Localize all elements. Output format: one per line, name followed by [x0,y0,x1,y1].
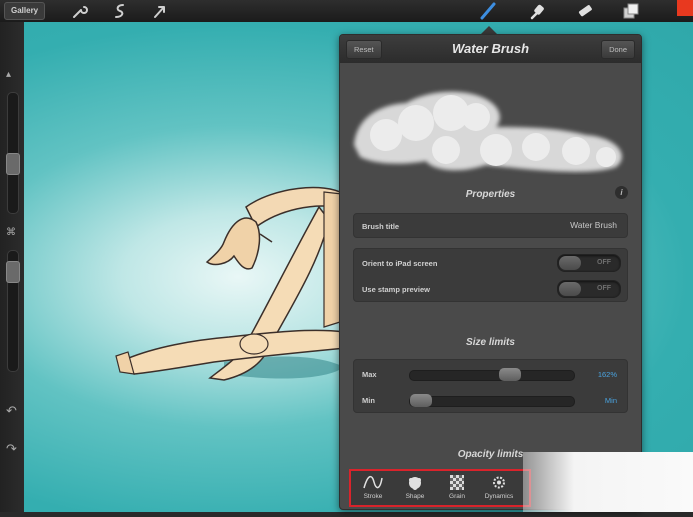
size-limits-group: Max 162% Min Min [353,359,628,413]
brush-icon[interactable] [479,2,497,20]
brush-size-knob[interactable] [6,153,20,175]
tab-stroke[interactable]: Stroke [353,471,393,505]
stamp-toggle-knob [559,282,581,296]
smudge-icon[interactable] [528,2,546,20]
dynamics-gear-icon [493,476,505,489]
eraser-icon[interactable] [576,2,594,20]
orient-label: Orient to iPad screen [362,259,438,268]
brush-size-slider[interactable] [6,92,20,214]
tab-dynamics-label: Dynamics [484,493,514,500]
min-label: Min [362,396,375,405]
orientation-group: Orient to iPad screen OFF Use stamp prev… [353,248,628,302]
size-limits-title: Size limits [466,337,515,348]
stamp-preview-toggle[interactable]: OFF [557,280,621,298]
done-button[interactable]: Done [601,40,635,59]
tab-shape[interactable]: Shape [395,471,435,505]
min-size-knob[interactable] [410,394,432,407]
tab-grain-label: Grain [449,493,465,500]
shape-blob-icon [409,477,421,490]
grain-checker-icon [450,475,464,490]
tab-stroke-label: Stroke [363,493,383,500]
gallery-button[interactable]: Gallery [4,2,46,20]
panel-header: Water Brush Reset Done [340,35,641,63]
orient-toggle-state: OFF [597,259,611,266]
color-swatch[interactable] [677,0,693,16]
smudge-s-icon[interactable] [111,2,129,20]
max-size-knob[interactable] [499,368,521,381]
wrench-icon[interactable] [70,2,88,20]
arrow-cursor-icon[interactable] [151,2,169,20]
properties-section-title: Properties [465,189,516,200]
max-size-slider[interactable] [409,368,575,381]
stamp-preview-label: Use stamp preview [362,285,430,294]
brush-settings-tabs: Stroke Shape Grain Dynamics [349,469,531,507]
info-icon[interactable]: i [615,186,628,199]
swap-icon[interactable]: ⌘ [6,228,16,238]
reset-button[interactable]: Reset [346,40,382,59]
tab-shape-label: Shape [405,493,425,500]
orient-toggle-knob [559,256,581,270]
left-sidebar: ▴ ⌘ ↶ ↷ [0,22,24,512]
stamp-toggle-state: OFF [597,285,611,292]
top-toolbar: Gallery [0,0,693,22]
undo-icon[interactable]: ↶ [6,404,17,417]
opacity-slider[interactable] [6,250,20,372]
opacity-knob[interactable] [6,261,20,283]
brush-settings-panel: Water Brush Reset Done Properties i Brus… [339,34,642,510]
brush-stroke-preview [354,91,622,172]
max-size-value: 162% [597,370,617,379]
size-up-icon: ▴ [6,69,12,80]
max-label: Max [362,370,377,379]
brush-title-value[interactable]: Water Brush [570,220,617,230]
tab-grain[interactable]: Grain [437,471,477,505]
brush-title-row[interactable]: Brush title Water Brush [353,213,628,238]
redo-icon[interactable]: ↷ [6,442,17,455]
brush-title-label: Brush title [362,222,400,231]
stroke-wave-icon [363,475,383,489]
layers-icon[interactable] [622,2,640,20]
watermark-overlay [523,452,693,512]
tab-dynamics[interactable]: Dynamics [479,471,519,505]
panel-pointer [481,26,497,34]
min-size-value: Min [604,396,617,405]
panel-title: Water Brush [451,41,530,56]
orient-toggle[interactable]: OFF [557,254,621,272]
min-size-slider[interactable] [409,394,575,407]
